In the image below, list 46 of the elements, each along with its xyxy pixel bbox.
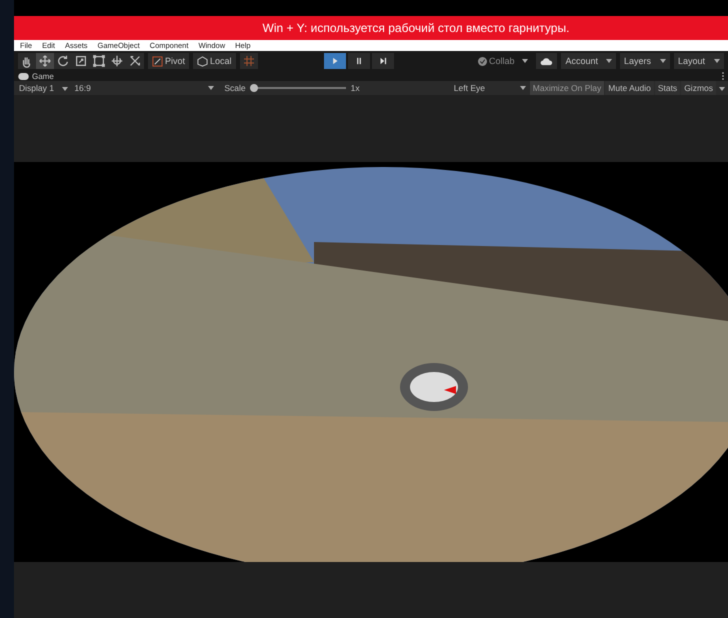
caret-icon [606, 59, 612, 63]
scale-icon [74, 54, 88, 68]
aspect-dropdown[interactable]: 16:9 [71, 83, 218, 93]
account-dropdown[interactable]: Account [561, 53, 616, 69]
cloud-button[interactable] [536, 53, 558, 69]
caret-icon [208, 86, 214, 90]
caret-icon [719, 87, 725, 91]
caret-icon [62, 87, 68, 91]
check-icon [478, 56, 487, 66]
grid-icon [242, 55, 255, 67]
transform-icon [110, 54, 124, 68]
toggle-button[interactable]: Maximize On Play [530, 81, 604, 95]
toggle-button[interactable]: Stats [654, 81, 680, 95]
cloud-icon [540, 56, 554, 66]
pivot-button[interactable]: Pivot [148, 53, 190, 69]
rotate-icon [56, 54, 70, 68]
rect-icon [92, 54, 106, 68]
layout-dropdown[interactable]: Layout [674, 53, 724, 69]
pause-button[interactable] [348, 53, 370, 69]
eye-dropdown[interactable]: Left Eye [450, 83, 529, 93]
move-tool-button[interactable] [36, 53, 54, 69]
caret-icon [660, 59, 666, 63]
step-icon [378, 56, 388, 66]
step-button[interactable] [372, 53, 394, 69]
scale-label: Scale [223, 83, 247, 93]
custom-icon [128, 54, 142, 68]
caret-icon [522, 59, 528, 63]
custom-tool-button[interactable] [126, 53, 144, 69]
caret-icon [520, 86, 526, 90]
collab-button[interactable]: Collab [474, 53, 532, 69]
caret-icon [714, 59, 720, 63]
layers-dropdown[interactable]: Layers [620, 53, 670, 69]
local-button[interactable]: Local [193, 53, 236, 69]
scale-value: 1x [350, 83, 361, 93]
rotate-tool-button[interactable] [54, 53, 72, 69]
hand-tool-button[interactable] [18, 53, 36, 69]
notification-text: Win + Y: используется рабочий стол вместо гарнитуры. [262, 21, 570, 35]
display-dropdown[interactable]: Display 1 [16, 83, 72, 93]
local-icon [197, 56, 208, 66]
toggle-button[interactable]: Gizmos [681, 81, 716, 95]
play-button[interactable] [324, 53, 346, 69]
pivot-icon [152, 56, 163, 66]
grid-snap-button[interactable] [240, 53, 258, 69]
toggle-button[interactable]: Mute Audio [605, 81, 654, 95]
game-tab[interactable]: Game [18, 72, 54, 80]
move-icon [38, 54, 52, 68]
